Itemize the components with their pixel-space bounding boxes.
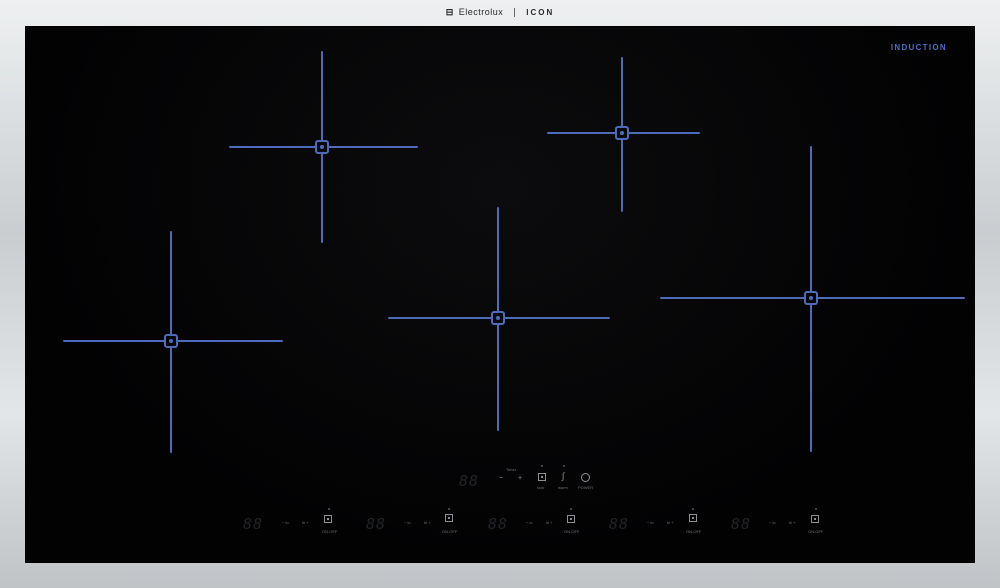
zone-display: 88 — [366, 515, 387, 533]
zone-on-off-button[interactable] — [324, 515, 332, 523]
zone-display: 88 — [731, 515, 752, 533]
timer-plus-button[interactable]: + — [518, 475, 522, 482]
zone-on-off-button[interactable] — [811, 515, 819, 523]
zone-plus-button[interactable]: hi + — [789, 520, 796, 525]
zone-display: 88 — [243, 515, 264, 533]
zone-on-off-label: ON-OFF — [808, 529, 824, 534]
zone-on-off-label: ON-OFF — [442, 529, 458, 534]
power-button[interactable] — [581, 473, 590, 482]
power-label: POWER — [578, 485, 594, 490]
zone-display: 88 — [488, 515, 509, 533]
lock-button[interactable] — [538, 473, 546, 481]
zone-minus-button[interactable]: − lo — [282, 520, 289, 525]
zone-display: 88 — [609, 515, 630, 533]
cooking-zones — [63, 51, 965, 453]
warm-indicator — [563, 465, 565, 467]
zone-on-off-button[interactable] — [689, 514, 697, 522]
lock-indicator — [541, 465, 543, 467]
zone-minus-button[interactable]: − lo — [526, 520, 533, 525]
timer-display: 88 — [459, 472, 480, 490]
warm-button[interactable]: ∫ — [562, 471, 564, 481]
zone-indicator — [570, 508, 572, 510]
zone-indicator — [448, 508, 450, 510]
zone-on-off-label: ON-OFF — [322, 529, 338, 534]
zone-indicator — [815, 508, 817, 510]
zone-plus-button[interactable]: hi + — [546, 520, 553, 525]
cooking-zone-upper-right[interactable] — [547, 57, 700, 212]
zone-plus-button[interactable]: hi + — [667, 520, 674, 525]
warm-label: warm — [558, 485, 568, 490]
timer-minus-button[interactable]: − — [499, 475, 503, 482]
zone-minus-button[interactable]: − lo — [404, 520, 411, 525]
lock-label: lock — [537, 485, 545, 490]
zone-plus-button[interactable]: hi + — [302, 520, 309, 525]
zone-on-off-label: ON-OFF — [686, 529, 702, 534]
zone-on-off-button[interactable] — [445, 514, 453, 522]
zone-plus-button[interactable]: hi + — [424, 520, 431, 525]
timer-label: Timer — [506, 467, 517, 472]
zone-on-off-button[interactable] — [567, 515, 575, 523]
zone-on-off-label: ON-OFF — [564, 529, 580, 534]
zone-minus-button[interactable]: − lo — [647, 520, 654, 525]
zone-indicator — [328, 508, 330, 510]
zone-minus-button[interactable]: − lo — [769, 520, 776, 525]
zone-indicator — [692, 508, 694, 510]
cooking-zone-left[interactable] — [63, 231, 283, 453]
